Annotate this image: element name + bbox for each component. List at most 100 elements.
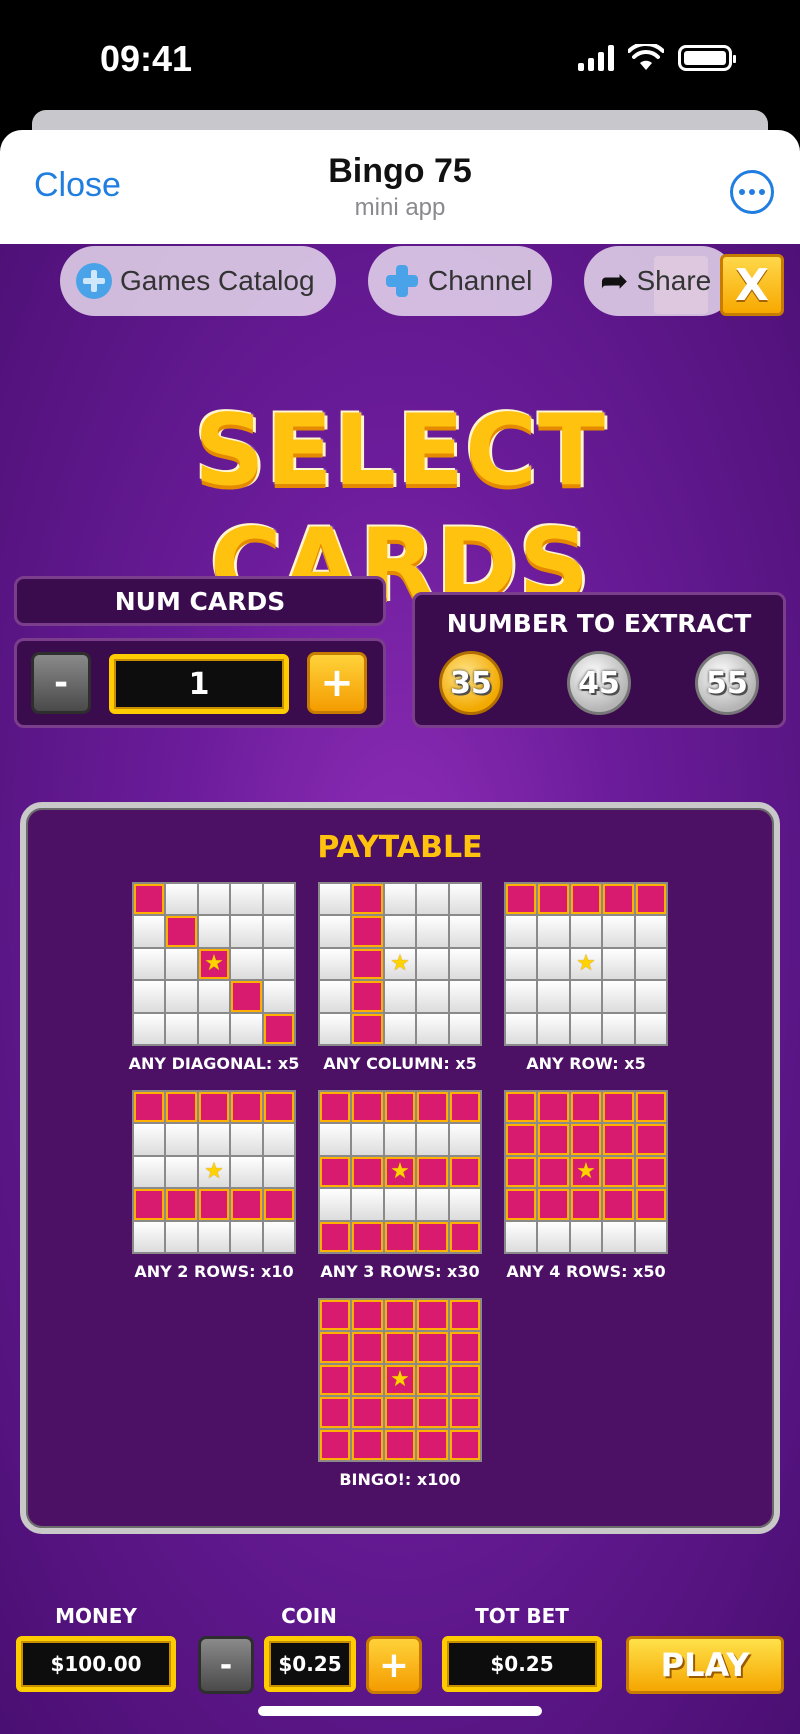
- grid-cell: [134, 1156, 165, 1188]
- star-icon: ★: [390, 1366, 410, 1392]
- status-icons: [578, 44, 736, 72]
- grid-cell: [352, 916, 383, 947]
- games-catalog-button[interactable]: Games Catalog: [60, 246, 336, 316]
- grid-cell: [635, 916, 666, 947]
- extract-label: NUMBER TO EXTRACT: [446, 609, 752, 638]
- tot-bet-value: $0.25: [442, 1636, 602, 1692]
- grid-cell: [449, 1364, 480, 1396]
- grid-cell: ★: [384, 948, 416, 980]
- grid-cell: [506, 948, 537, 980]
- extract-option-55[interactable]: 55: [695, 651, 759, 715]
- grid-cell: [320, 1124, 351, 1155]
- grid-cell: [352, 1156, 383, 1188]
- grid-cell: [506, 916, 537, 947]
- grid-cell: [320, 981, 351, 1012]
- coin-label: COIN: [281, 1604, 337, 1628]
- grid-cell: [231, 1156, 262, 1188]
- grid-cell: [417, 1189, 448, 1220]
- num-cards-value: 1: [109, 654, 289, 714]
- grid-cell: [134, 1124, 165, 1155]
- grid-cell: [198, 981, 230, 1012]
- grid-cell: [320, 1221, 351, 1252]
- grid-cell: [538, 916, 569, 947]
- pattern-grid-2-rows: ★: [132, 1090, 296, 1254]
- grid-cell: [198, 1013, 230, 1044]
- grid-cell: [570, 1189, 602, 1220]
- grid-cell: [538, 948, 569, 980]
- signal-icon: [578, 45, 614, 71]
- grid-cell: [134, 916, 165, 947]
- more-icon[interactable]: [730, 170, 774, 214]
- num-cards-minus-button[interactable]: -: [31, 652, 91, 714]
- extract-option-45[interactable]: 45: [567, 651, 631, 715]
- channel-button[interactable]: Channel: [368, 246, 552, 316]
- grid-cell: [166, 1092, 197, 1123]
- grid-cell: [166, 1189, 197, 1220]
- grid-cell: [320, 1300, 351, 1331]
- grid-cell: [506, 1013, 537, 1044]
- coin-plus-button[interactable]: +: [366, 1636, 422, 1694]
- grid-cell: [635, 1189, 666, 1220]
- close-game-button[interactable]: X: [720, 254, 784, 316]
- coin-minus-button[interactable]: -: [198, 1636, 254, 1694]
- grid-cell: [263, 981, 294, 1012]
- grid-cell: [449, 981, 480, 1012]
- grid-cell: ★: [384, 1364, 416, 1396]
- grid-cell: [449, 1189, 480, 1220]
- grid-cell: [570, 1124, 602, 1155]
- grid-cell: [635, 948, 666, 980]
- grid-cell: ★: [198, 1156, 230, 1188]
- grid-cell: [352, 1013, 383, 1044]
- grid-cell: [635, 1092, 666, 1123]
- grid-cell: ★: [570, 948, 602, 980]
- grid-cell: [538, 1221, 569, 1252]
- pattern-grid-diagonal: ★: [132, 882, 296, 1046]
- app-subtitle: mini app: [354, 194, 446, 221]
- grid-cell: [538, 981, 569, 1012]
- grid-cell: [384, 981, 416, 1012]
- grid-cell: [449, 1124, 480, 1155]
- grid-cell: [320, 884, 351, 915]
- grid-cell: ★: [384, 1156, 416, 1188]
- pattern-label-bingo: BINGO!: x100: [339, 1470, 461, 1489]
- play-button[interactable]: PLAY: [626, 1636, 784, 1694]
- grid-cell: [506, 1189, 537, 1220]
- grid-cell: [263, 1156, 294, 1188]
- grid-cell: [231, 1124, 262, 1155]
- grid-cell: [166, 1124, 197, 1155]
- grid-cell: [603, 948, 634, 980]
- grid-cell: [134, 981, 165, 1012]
- grid-cell: [166, 1013, 197, 1044]
- grid-cell: [134, 884, 165, 915]
- grid-cell: [384, 1013, 416, 1044]
- grid-cell: [320, 1092, 351, 1123]
- grid-cell: [263, 1189, 294, 1220]
- home-indicator[interactable]: [258, 1706, 542, 1716]
- grid-cell: [635, 981, 666, 1012]
- coin-value: $0.25: [264, 1636, 356, 1692]
- grid-cell: [603, 1092, 634, 1123]
- grid-cell: [198, 1092, 230, 1123]
- grid-cell: [320, 1397, 351, 1428]
- grid-cell: [449, 1092, 480, 1123]
- grid-cell: [263, 1013, 294, 1044]
- grid-cell: [320, 1189, 351, 1220]
- grid-cell: [231, 1013, 262, 1044]
- num-cards-plus-button[interactable]: +: [307, 652, 367, 714]
- extract-option-35[interactable]: 35: [439, 651, 503, 715]
- grid-cell: [320, 1429, 351, 1460]
- pattern-label-diagonal: ANY DIAGONAL: x5: [128, 1054, 300, 1073]
- grid-cell: [635, 1124, 666, 1155]
- pattern-grid-column: ★: [318, 882, 482, 1046]
- grid-cell: [166, 1156, 197, 1188]
- star-icon: ★: [576, 1158, 596, 1184]
- status-time: 09:41: [100, 38, 193, 79]
- share-button[interactable]: ➦ Share: [584, 246, 736, 316]
- grid-cell: [320, 1364, 351, 1396]
- grid-cell: [603, 1189, 634, 1220]
- grid-cell: [384, 1300, 416, 1331]
- app-title: Bingo 75: [328, 152, 472, 190]
- grid-cell: [635, 1221, 666, 1252]
- grid-cell: [417, 1013, 448, 1044]
- grid-cell: [263, 1221, 294, 1252]
